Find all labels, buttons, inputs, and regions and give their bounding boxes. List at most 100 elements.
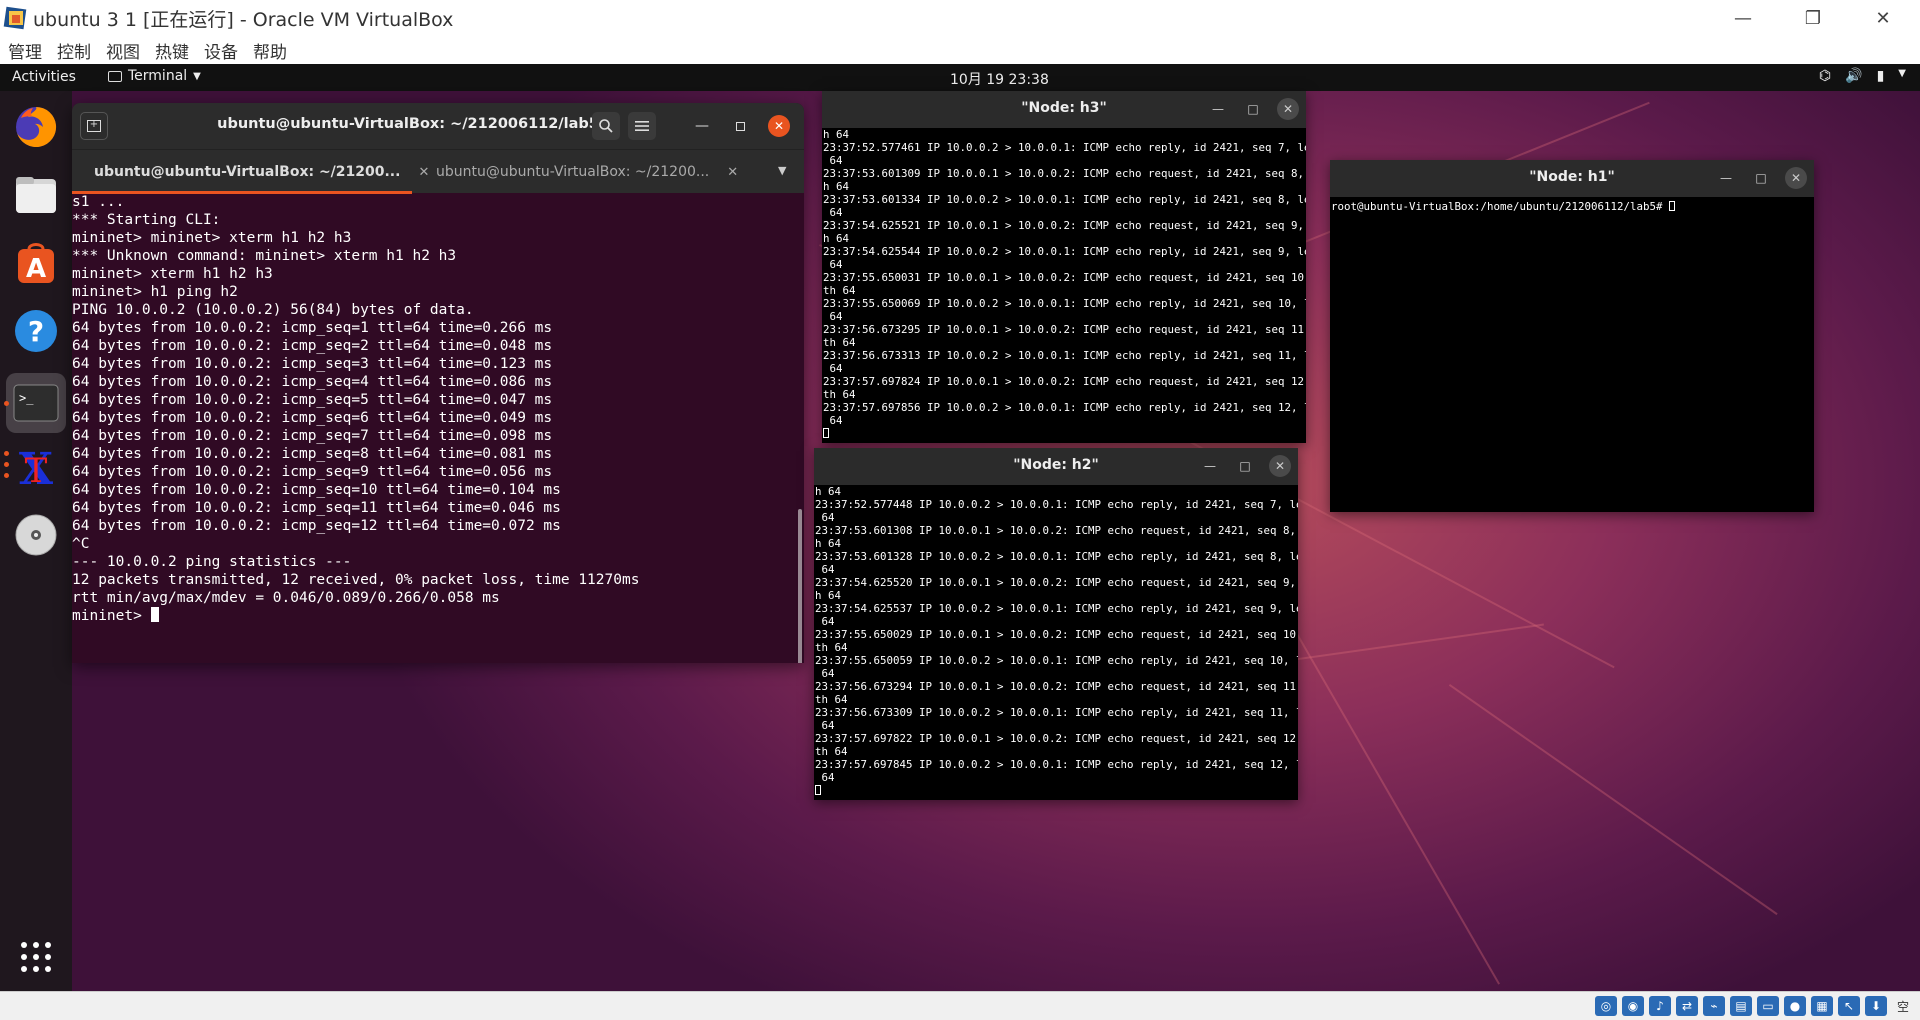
close-tab-icon[interactable]: ✕: [727, 165, 738, 180]
menu-help[interactable]: 帮助: [246, 38, 294, 63]
minimize-button[interactable]: —: [1207, 98, 1229, 120]
files-icon[interactable]: [12, 171, 60, 219]
dvd-icon[interactable]: [12, 511, 60, 559]
display-icon[interactable]: ▭: [1757, 996, 1779, 1016]
output-line: 64: [815, 771, 835, 784]
output-line: th 64: [823, 336, 856, 349]
output-line: 64: [815, 511, 835, 524]
prompt: mininet>: [72, 608, 151, 624]
search-button[interactable]: [592, 112, 620, 140]
tab-1[interactable]: ubuntu@ubuntu-VirtualBox: ~/21200... ✕: [94, 150, 429, 194]
output-line: 23:37:52.577461 IP 10.0.0.2 > 10.0.0.1: …: [823, 141, 1306, 154]
menu-view[interactable]: 视图: [99, 38, 147, 63]
wallpaper-line: [1448, 684, 1778, 916]
xterm-icon[interactable]: XT: [12, 443, 60, 491]
close-button[interactable]: ✕: [1848, 0, 1918, 36]
output-line: 64 bytes from 10.0.0.2: icmp_seq=4 ttl=6…: [72, 374, 553, 390]
xterm-node-h2[interactable]: "Node: h2" — □ ✕ h 64 23:37:52.577448 IP …: [814, 448, 1298, 800]
xterm-output[interactable]: root@ubuntu-VirtualBox:/home/ubuntu/2120…: [1330, 200, 1814, 213]
recording-icon[interactable]: ●: [1784, 996, 1806, 1016]
activities-button[interactable]: Activities: [12, 69, 76, 85]
maximize-button[interactable]: [726, 112, 754, 140]
network-icon[interactable]: ⇄: [1676, 996, 1698, 1016]
menu-manage[interactable]: 管理: [1, 38, 49, 63]
xterm-output[interactable]: h 64 23:37:52.577448 IP 10.0.0.2 > 10.0.0…: [814, 485, 1298, 784]
xterm-cursor-line: [822, 427, 1306, 440]
output-line: 64 bytes from 10.0.0.2: icmp_seq=5 ttl=6…: [72, 392, 553, 408]
close-icon: ✕: [773, 119, 785, 133]
menu-devices[interactable]: 设备: [197, 38, 245, 63]
output-line: 64 bytes from 10.0.0.2: icmp_seq=9 ttl=6…: [72, 464, 553, 480]
usb-icon[interactable]: ⌁: [1703, 996, 1725, 1016]
output-line: 64 bytes from 10.0.0.2: icmp_seq=7 ttl=6…: [72, 428, 553, 444]
minimize-button[interactable]: —: [688, 112, 716, 140]
scrollbar[interactable]: [798, 509, 802, 663]
vbox-titlebar: ubuntu 3 1 [正在运行] - Oracle VM VirtualBox…: [0, 0, 1920, 36]
output-line: 64 bytes from 10.0.0.2: icmp_seq=12 ttl=…: [72, 518, 561, 534]
minimize-button[interactable]: —: [1715, 167, 1737, 189]
output-line: th 64: [823, 388, 856, 401]
output-line: 23:37:56.673294 IP 10.0.0.1 > 10.0.0.2: …: [815, 680, 1298, 693]
terminal-headerbar[interactable]: + ubuntu@ubuntu-VirtualBox: ~/212006112/…: [72, 103, 804, 149]
network-icon: ⌬: [1818, 68, 1832, 84]
close-tab-icon[interactable]: ✕: [418, 165, 429, 180]
system-tray[interactable]: ⌬ 🔊 ▮ ▼: [1819, 68, 1906, 84]
menu-control[interactable]: 控制: [50, 38, 98, 63]
minimize-button[interactable]: —: [1708, 0, 1778, 36]
software-center-icon[interactable]: A: [12, 239, 60, 287]
text-cursor: [150, 607, 159, 622]
terminal-output[interactable]: s1 ... *** Starting CLI: mininet> mininet>…: [72, 193, 804, 663]
shared-folders-icon[interactable]: ▤: [1730, 996, 1752, 1016]
terminal-tabbar: ubuntu@ubuntu-VirtualBox: ~/21200... ✕ u…: [72, 149, 804, 194]
output-line: h 64: [815, 485, 842, 498]
minimize-button[interactable]: —: [1199, 455, 1221, 477]
terminal-app-menu[interactable]: Terminal ▼: [108, 68, 201, 84]
output-line: 23:37:56.673309 IP 10.0.0.2 > 10.0.0.1: …: [815, 706, 1298, 719]
close-button[interactable]: ✕: [768, 115, 790, 137]
hamburger-icon: [635, 121, 649, 131]
output-line: th 64: [823, 284, 856, 297]
output-line: 23:37:56.673313 IP 10.0.0.2 > 10.0.0.1: …: [823, 349, 1306, 362]
output-line: 64: [823, 362, 843, 375]
mouse-integration-icon[interactable]: ↖: [1838, 996, 1860, 1016]
tab-list-dropdown-icon[interactable]: ▼: [778, 164, 786, 177]
maximize-button[interactable]: □: [1234, 455, 1256, 477]
optical-drive-icon[interactable]: ◉: [1622, 996, 1644, 1016]
hamburger-menu-button[interactable]: [628, 112, 656, 140]
xterm-output[interactable]: h 64 23:37:52.577461 IP 10.0.0.2 > 10.0.0…: [822, 128, 1306, 427]
terminal-icon[interactable]: >_: [6, 373, 66, 433]
text-cursor: [823, 428, 829, 438]
help-icon[interactable]: ?: [12, 307, 60, 355]
maximize-button[interactable]: □: [1750, 167, 1772, 189]
xterm-titlebar[interactable]: "Node: h1" — □ ✕: [1330, 160, 1814, 197]
close-button[interactable]: ✕: [1785, 167, 1807, 189]
output-line: h 64: [815, 589, 842, 602]
hard-disk-icon[interactable]: ◎: [1595, 996, 1617, 1016]
gnome-terminal-window[interactable]: + ubuntu@ubuntu-VirtualBox: ~/212006112/…: [72, 103, 804, 663]
xterm-node-h3[interactable]: "Node: h3" — □ ✕ h 64 23:37:52.577461 IP …: [822, 91, 1306, 443]
keyboard-capture-icon[interactable]: ⬇: [1865, 996, 1887, 1016]
firefox-icon[interactable]: [12, 103, 60, 151]
output-line: 23:37:57.697822 IP 10.0.0.1 > 10.0.0.2: …: [815, 732, 1298, 745]
tab-label: ubuntu@ubuntu-VirtualBox: ~/21200...: [94, 164, 401, 180]
output-line: 23:37:54.625544 IP 10.0.0.2 > 10.0.0.1: …: [823, 245, 1306, 258]
restore-button[interactable]: ❐: [1778, 0, 1848, 36]
xterm-titlebar[interactable]: "Node: h3" — □ ✕: [822, 91, 1306, 128]
app-grid-icon[interactable]: [12, 933, 60, 981]
virtualbox-icon: [3, 5, 29, 31]
xterm-cursor-line: [814, 784, 1298, 797]
output-line: 23:37:55.650069 IP 10.0.0.2 > 10.0.0.1: …: [823, 297, 1306, 310]
close-button[interactable]: ✕: [1269, 455, 1291, 477]
cpu-icon[interactable]: ▦: [1811, 996, 1833, 1016]
xterm-titlebar[interactable]: "Node: h2" — □ ✕: [814, 448, 1298, 485]
tab-2[interactable]: ubuntu@ubuntu-VirtualBox: ~/21200... ✕: [436, 150, 738, 194]
close-button[interactable]: ✕: [1277, 98, 1299, 120]
svg-text:A: A: [26, 254, 46, 284]
xterm-node-h1[interactable]: "Node: h1" — □ ✕ root@ubuntu-VirtualBox:…: [1330, 160, 1814, 512]
audio-icon[interactable]: ♪: [1649, 996, 1671, 1016]
status-icons: ◎ ◉ ♪ ⇄ ⌁ ▤ ▭ ● ▦ ↖ ⬇ 空: [1595, 996, 1914, 1016]
maximize-button[interactable]: □: [1242, 98, 1264, 120]
clock[interactable]: 10月 19 23:38: [950, 69, 1049, 89]
menu-hotkey[interactable]: 热键: [148, 38, 196, 63]
prompt: root@ubuntu-VirtualBox:/home/ubuntu/2120…: [1331, 200, 1670, 213]
